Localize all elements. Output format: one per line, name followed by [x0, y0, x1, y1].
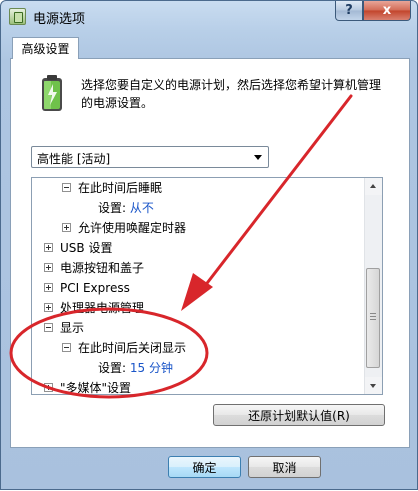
collapse-icon[interactable] [44, 323, 53, 332]
power-plan-value: 高性能 [活动] [37, 152, 111, 166]
chevron-down-icon [254, 155, 262, 160]
tree-item-label: 电源按钮和盖子 [60, 261, 145, 275]
title-bar[interactable]: 电源选项 ? x [1, 1, 417, 33]
tree-scrollbar[interactable] [364, 178, 382, 394]
expand-icon[interactable] [44, 383, 53, 392]
tree-item-display-setting[interactable]: 设置: 15 分钟 [98, 358, 173, 378]
scroll-up-icon[interactable] [365, 178, 382, 195]
close-button[interactable]: x [363, 1, 411, 21]
setting-prefix: 设置: [98, 201, 130, 215]
expand-icon[interactable] [44, 283, 53, 292]
tree-item-label: "多媒体"设置 [60, 381, 132, 395]
ok-button[interactable]: 确定 [168, 456, 241, 478]
power-options-icon [9, 8, 26, 25]
tree-item-label: 允许使用唤醒定时器 [78, 221, 187, 235]
tree-item-label: PCI Express [60, 281, 130, 295]
collapse-icon[interactable] [62, 343, 71, 352]
power-options-window: 电源选项 ? x 高级设置 选择您要自定义的电源计划，然后选择您希望计算机管理的… [0, 0, 418, 490]
tree-item-label: USB 设置 [60, 241, 113, 255]
help-button[interactable]: ? [335, 1, 363, 21]
setting-value[interactable]: 15 分钟 [130, 361, 173, 375]
scroll-down-icon[interactable] [365, 377, 382, 394]
tree-item-sleep-setting[interactable]: 设置: 从不 [98, 198, 154, 218]
setting-prefix: 设置: [98, 361, 130, 375]
expand-icon[interactable] [62, 223, 71, 232]
tree-item-label: 处理器电源管理 [60, 301, 145, 315]
tree-item-label: 在此时间后睡眠 [78, 181, 163, 195]
tree-item-label: 显示 [60, 321, 85, 335]
tab-advanced-settings[interactable]: 高级设置 [12, 37, 79, 59]
scroll-thumb[interactable] [366, 268, 380, 368]
restore-defaults-button[interactable]: 还原计划默认值(R) [213, 404, 385, 426]
cancel-button[interactable]: 取消 [248, 456, 321, 478]
power-plan-select[interactable]: 高性能 [活动] [31, 146, 269, 168]
description-text: 选择您要自定义的电源计划，然后选择您希望计算机管理的电源设置。 [81, 78, 382, 110]
expand-icon[interactable] [44, 303, 53, 312]
tree-item-label: 在此时间后关闭显示 [78, 341, 187, 355]
expand-icon[interactable] [44, 243, 53, 252]
battery-icon [42, 75, 62, 111]
grip-icon [370, 313, 376, 320]
expand-icon[interactable] [44, 263, 53, 272]
settings-tree[interactable]: 在此时间后睡眠 设置: 从不 允许使用唤醒定时器 USB 设置 电源按钮和盖子 … [31, 177, 383, 395]
setting-value[interactable]: 从不 [130, 201, 154, 215]
window-title: 电源选项 [33, 12, 86, 27]
collapse-icon[interactable] [62, 183, 71, 192]
